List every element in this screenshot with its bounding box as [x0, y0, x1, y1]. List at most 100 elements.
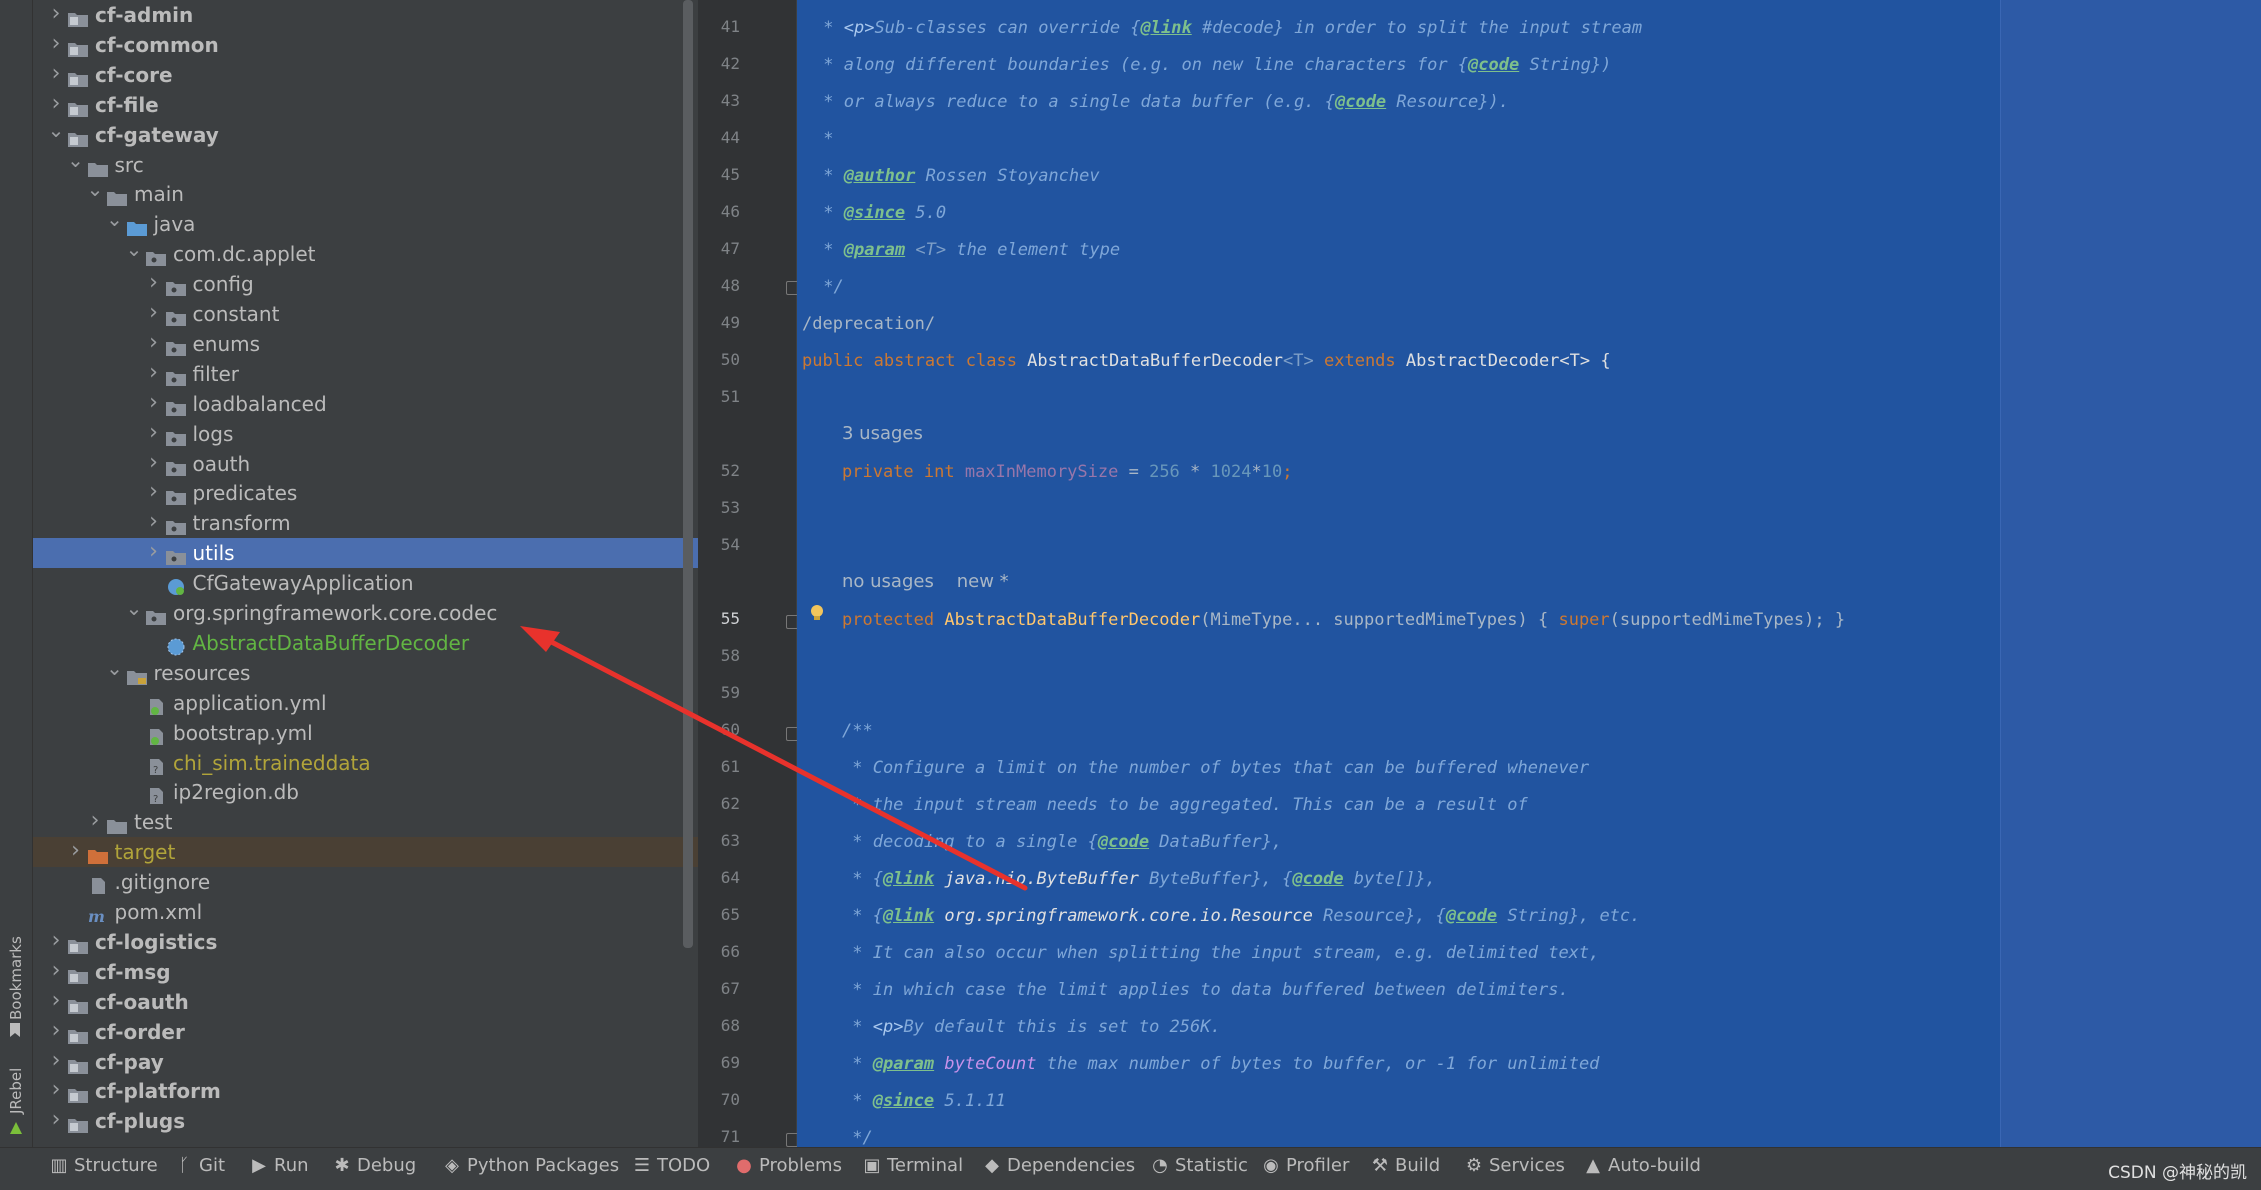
tree-node-abstractdatabufferdecoder[interactable]: AbstractDataBufferDecoder: [33, 628, 698, 658]
package-icon: [165, 514, 187, 536]
tool-button-run[interactable]: ▶ Run: [250, 1148, 308, 1190]
chevron-right-icon[interactable]: ›: [145, 359, 163, 389]
terminal-icon: ▣: [863, 1155, 881, 1176]
structure-icon: ▥: [50, 1155, 68, 1176]
tool-button-python-packages[interactable]: ◈ Python Packages: [443, 1148, 619, 1190]
usages-hint[interactable]: no usages new *: [842, 570, 1009, 594]
chevron-down-icon[interactable]: ⌄: [125, 598, 143, 628]
tree-node-main[interactable]: ⌄ main: [33, 179, 698, 209]
chevron-right-icon[interactable]: ›: [67, 837, 85, 867]
tree-node-src[interactable]: ⌄ src: [33, 150, 698, 180]
tree-node-filter[interactable]: › filter: [33, 359, 698, 389]
yml-file-icon: [145, 694, 167, 715]
tree-node-logs[interactable]: › logs: [33, 419, 698, 449]
tree-node-enums[interactable]: › enums: [33, 329, 698, 359]
tree-node-cf-core[interactable]: › cf-core: [33, 60, 698, 90]
chevron-right-icon[interactable]: ›: [145, 449, 163, 479]
project-tree-panel[interactable]: › cf-admin › cf-common › cf-core › cf-file ⌄ cf-g…: [33, 0, 698, 1147]
chevron-right-icon[interactable]: ›: [145, 269, 163, 299]
chevron-right-icon[interactable]: ›: [145, 389, 163, 419]
tree-node-cf-order[interactable]: › cf-order: [33, 1017, 698, 1047]
tool-button-dependencies[interactable]: ◆ Dependencies: [983, 1148, 1135, 1190]
tree-node-resources[interactable]: ⌄ resources: [33, 658, 698, 688]
chevron-right-icon[interactable]: ›: [47, 60, 65, 90]
chevron-right-icon[interactable]: ›: [145, 329, 163, 359]
tree-node-test[interactable]: › test: [33, 807, 698, 837]
tool-button-profiler[interactable]: ◉ Profiler: [1262, 1148, 1349, 1190]
chevron-down-icon[interactable]: ⌄: [125, 239, 143, 269]
chevron-right-icon[interactable]: ›: [145, 538, 163, 568]
chevron-right-icon[interactable]: ›: [145, 478, 163, 508]
tree-node-constant[interactable]: › constant: [33, 299, 698, 329]
chevron-right-icon[interactable]: ›: [145, 508, 163, 538]
tree-node-gitignore[interactable]: .gitignore: [33, 867, 698, 897]
chevron-down-icon[interactable]: ⌄: [86, 179, 104, 209]
tree-node-org-springframework-core-codec[interactable]: ⌄ org.springframework.core.codec: [33, 598, 698, 628]
tree-node-chi-sim-traineddata[interactable]: ? chi_sim.traineddata: [33, 748, 698, 778]
chevron-right-icon[interactable]: ›: [47, 957, 65, 987]
chevron-right-icon[interactable]: ›: [47, 927, 65, 957]
jrebel-tab[interactable]: JRebel: [2, 1068, 30, 1148]
tool-button-services[interactable]: ⚙ Services: [1465, 1148, 1565, 1190]
tool-button-problems[interactable]: ● Problems: [735, 1148, 842, 1190]
tool-button-todo[interactable]: ☰ TODO: [633, 1148, 710, 1190]
tool-button-auto-build[interactable]: ▲ Auto-build: [1584, 1148, 1701, 1190]
tool-button-label: Debug: [357, 1155, 417, 1176]
tree-node-loadbalanced[interactable]: › loadbalanced: [33, 389, 698, 419]
tree-node-config[interactable]: › config: [33, 269, 698, 299]
tree-node-com-dc-applet[interactable]: ⌄ com.dc.applet: [33, 239, 698, 269]
chevron-right-icon[interactable]: ›: [47, 0, 65, 30]
tree-node-pom-xml[interactable]: m pom.xml: [33, 897, 698, 927]
tool-button-terminal[interactable]: ▣ Terminal: [863, 1148, 963, 1190]
chevron-right-icon[interactable]: ›: [47, 1076, 65, 1106]
tree-node-cf-plugs[interactable]: › cf-plugs: [33, 1106, 698, 1136]
tree-node-target[interactable]: › target: [33, 837, 698, 868]
chevron-right-icon[interactable]: ›: [47, 1106, 65, 1136]
chevron-down-icon[interactable]: ⌄: [106, 209, 124, 239]
code-editor[interactable]: * <p>Sub-classes can override {@link #de…: [797, 0, 2000, 1147]
tree-node-cf-oauth[interactable]: › cf-oauth: [33, 987, 698, 1017]
chevron-right-icon[interactable]: ›: [47, 987, 65, 1017]
chevron-right-icon[interactable]: ›: [47, 30, 65, 60]
chevron-right-icon[interactable]: ›: [47, 1047, 65, 1077]
chevron-right-icon[interactable]: ›: [145, 299, 163, 329]
bookmarks-label: Bookmarks: [7, 936, 25, 1020]
chevron-right-icon[interactable]: ›: [47, 1017, 65, 1047]
tree-node-cfgatewayapplication[interactable]: CfGatewayApplication: [33, 568, 698, 598]
tree-node-predicates[interactable]: › predicates: [33, 478, 698, 508]
chevron-down-icon[interactable]: ⌄: [67, 150, 85, 180]
tree-node-cf-file[interactable]: › cf-file: [33, 90, 698, 120]
tree-node-cf-pay[interactable]: › cf-pay: [33, 1047, 698, 1077]
package-icon: [165, 544, 187, 566]
lightbulb-icon[interactable]: [810, 604, 824, 622]
tool-button-statistic[interactable]: ◔ Statistic: [1151, 1148, 1248, 1190]
chevron-right-icon[interactable]: ›: [86, 807, 104, 837]
tree-node-cf-platform[interactable]: › cf-platform: [33, 1076, 698, 1106]
tool-button-git[interactable]: ᚴ Git: [175, 1148, 225, 1190]
tree-node-application-yml[interactable]: application.yml: [33, 688, 698, 718]
tree-node-cf-common[interactable]: › cf-common: [33, 30, 698, 60]
tree-node-cf-admin[interactable]: › cf-admin: [33, 0, 698, 30]
tool-button-structure[interactable]: ▥ Structure: [50, 1148, 157, 1190]
tool-button-label: Terminal: [887, 1155, 964, 1176]
tool-button-debug[interactable]: ✱ Debug: [333, 1148, 416, 1190]
tree-node-ip2region-db[interactable]: ? ip2region.db: [33, 777, 698, 807]
tree-node-cf-logistics[interactable]: › cf-logistics: [33, 927, 698, 957]
tree-node-label: cf-gateway: [95, 122, 219, 147]
tree-node-bootstrap-yml[interactable]: bootstrap.yml: [33, 718, 698, 748]
tree-node-label: org.springframework.core.codec: [173, 601, 498, 625]
tree-node-transform[interactable]: › transform: [33, 508, 698, 538]
chevron-right-icon[interactable]: ›: [47, 90, 65, 120]
chevron-down-icon[interactable]: ⌄: [106, 658, 124, 688]
tree-node-java[interactable]: ⌄ java: [33, 209, 698, 239]
tree-node-cf-msg[interactable]: › cf-msg: [33, 957, 698, 987]
chevron-right-icon[interactable]: ›: [145, 419, 163, 449]
tree-node-oauth[interactable]: › oauth: [33, 449, 698, 479]
project-scrollbar[interactable]: [683, 0, 693, 948]
tree-node-utils[interactable]: › utils: [33, 538, 698, 569]
usages-hint[interactable]: 3 usages: [842, 422, 923, 446]
chevron-down-icon[interactable]: ⌄: [47, 120, 65, 150]
build-icon: ⚒: [1371, 1155, 1389, 1176]
tree-node-cf-gateway[interactable]: ⌄ cf-gateway: [33, 120, 698, 150]
tool-button-build[interactable]: ⚒ Build: [1371, 1148, 1440, 1190]
